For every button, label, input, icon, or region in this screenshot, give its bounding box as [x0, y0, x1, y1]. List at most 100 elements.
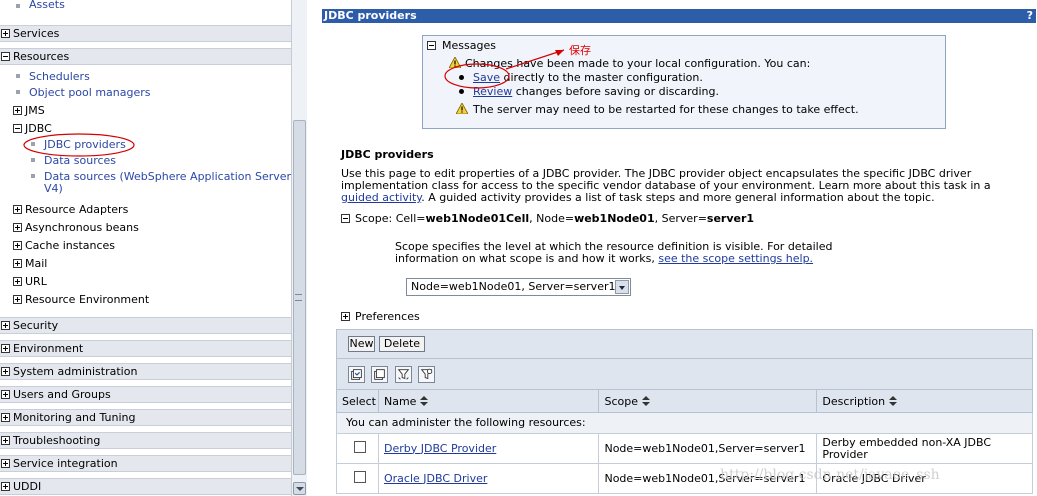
- table-info-text: You can administer the following resourc…: [336, 412, 1033, 434]
- nav-object-pool-managers[interactable]: Object pool managers: [29, 86, 151, 99]
- nav-cat-services[interactable]: Services: [0, 25, 291, 42]
- table-info-row: You can administer the following resourc…: [336, 412, 1033, 434]
- sort-icon[interactable]: [889, 395, 898, 407]
- row-checkbox[interactable]: [354, 471, 366, 483]
- clear-filter-icon[interactable]: [418, 366, 435, 383]
- message-restart: The server may need to be restarted for …: [473, 103, 859, 116]
- sort-icon[interactable]: [420, 395, 429, 407]
- expand-icon: [1, 482, 10, 491]
- nav-cat-label: Troubleshooting: [13, 434, 101, 447]
- scope-help-link[interactable]: see the scope settings help.: [658, 252, 813, 265]
- bullet-icon: [16, 90, 20, 94]
- expand-icon: [1, 413, 10, 422]
- provider-link[interactable]: Derby JDBC Provider: [384, 442, 496, 455]
- nav-cat-security[interactable]: Security: [0, 317, 291, 334]
- col-select: Select: [336, 389, 379, 413]
- nav-cat-environment[interactable]: Environment: [0, 340, 291, 357]
- nav-assets[interactable]: Assets: [29, 0, 65, 11]
- collapse-icon: [13, 124, 22, 133]
- row-checkbox[interactable]: [354, 441, 366, 453]
- delete-button[interactable]: Delete: [379, 336, 425, 352]
- collapse-icon: [1, 52, 10, 61]
- collapse-icon: [427, 41, 436, 50]
- nav-data-sources-was[interactable]: Data sources (WebSphere Application Serv…: [44, 170, 291, 183]
- navigation-panel: Assets Services Resources Schedulers Obj…: [0, 0, 291, 496]
- nav-schedulers[interactable]: Schedulers: [29, 70, 90, 83]
- nav-label: URL: [25, 275, 47, 288]
- row-select-cell: [336, 463, 379, 494]
- guided-activity-link[interactable]: guided activity: [341, 191, 421, 204]
- deselect-all-icon[interactable]: [371, 366, 388, 383]
- nav-cat-troubleshooting[interactable]: Troubleshooting: [0, 432, 291, 449]
- new-button[interactable]: New: [348, 336, 375, 352]
- row-name-cell: Oracle JDBC Driver: [377, 463, 600, 494]
- expand-icon: [1, 459, 10, 468]
- description-text: . A guided activity provides a list of t…: [421, 191, 935, 204]
- bullet-icon: [16, 4, 20, 8]
- row-name-cell: Derby JDBC Provider: [377, 433, 600, 464]
- nav-cat-label: Services: [13, 27, 60, 40]
- bullet-icon: [16, 74, 20, 78]
- row-scope-cell: Node=web1Node01,Server=server1: [598, 433, 818, 464]
- warning-icon: [456, 103, 468, 114]
- scope-label: , Server=: [654, 212, 707, 225]
- nav-cat-users-and-groups[interactable]: Users and Groups: [0, 386, 291, 403]
- col-scope[interactable]: Scope: [598, 389, 818, 413]
- nav-cat-label: UDDI: [13, 480, 42, 493]
- row-description-cell: Derby embedded non-XA JDBC Provider: [816, 433, 1033, 464]
- bullet-icon: [31, 174, 35, 178]
- scope-select[interactable]: Node=web1Node01, Server=server1: [406, 278, 631, 296]
- nav-label: Mail: [25, 257, 48, 270]
- scroll-down-icon[interactable]: [293, 482, 306, 495]
- col-name[interactable]: Name: [377, 389, 600, 413]
- scope-select-value: Node=web1Node01, Server=server1: [411, 280, 616, 293]
- expand-icon: [13, 223, 22, 232]
- panel-title-bar: JDBC providers ?: [322, 9, 1036, 23]
- table-header-row: Select Name Scope Description: [336, 389, 1033, 413]
- preferences-toggle[interactable]: Preferences: [341, 310, 420, 323]
- help-icon[interactable]: ?: [1027, 9, 1033, 23]
- provider-link[interactable]: Oracle JDBC Driver: [384, 472, 487, 485]
- select-all-icon[interactable]: [348, 366, 365, 383]
- expand-icon: [1, 344, 10, 353]
- scope-toggle[interactable]: Scope: Cell=web1Node01Cell, Node=web1Nod…: [341, 212, 754, 225]
- scope-label: , Node=: [529, 212, 575, 225]
- collapse-icon: [341, 214, 350, 223]
- chevron-down-icon[interactable]: [615, 280, 629, 294]
- preferences-label: Preferences: [355, 310, 420, 323]
- scope-cell: web1Node01Cell: [425, 212, 530, 225]
- nav-cat-label: Users and Groups: [13, 388, 111, 401]
- page-heading: JDBC providers: [341, 148, 434, 161]
- panel-title: JDBC providers: [324, 9, 417, 22]
- annotation-save: [444, 49, 565, 89]
- nav-label: Asynchronous beans: [25, 221, 139, 234]
- expand-icon: [13, 295, 22, 304]
- table-row: Derby JDBC Provider Node=web1Node01,Serv…: [336, 433, 1033, 464]
- col-description[interactable]: Description: [816, 389, 1033, 413]
- nav-cat-uddi[interactable]: UDDI: [0, 478, 291, 495]
- expand-icon: [1, 29, 10, 38]
- nav-label: JMS: [25, 104, 45, 117]
- nav-label: Resource Environment: [25, 293, 150, 306]
- expand-icon: [13, 241, 22, 250]
- nav-cat-monitoring-and-tuning[interactable]: Monitoring and Tuning: [0, 409, 291, 426]
- nav-cat-service-integration[interactable]: Service integration: [0, 455, 291, 472]
- sort-icon[interactable]: [641, 395, 650, 407]
- annotation-ellipse-nav: [23, 133, 135, 157]
- nav-cat-label: Service integration: [13, 457, 118, 470]
- main-content: JDBC providers ? Messages Changes have b…: [322, 9, 1036, 496]
- nav-cat-system-administration[interactable]: System administration: [0, 363, 291, 380]
- expand-icon: [13, 106, 22, 115]
- nav-label: Cache instances: [25, 239, 116, 252]
- col-scope-label: Scope: [604, 394, 638, 408]
- filter-icon[interactable]: [395, 366, 412, 383]
- nav-cat-resources[interactable]: Resources: [0, 48, 291, 65]
- expand-icon: [1, 367, 10, 376]
- col-name-label: Name: [383, 394, 417, 408]
- page-description: Use this page to edit properties of a JD…: [341, 168, 1011, 204]
- scrollbar-grip-icon: [295, 294, 302, 301]
- nav-scrollbar[interactable]: [291, 0, 307, 496]
- expand-icon: [341, 312, 350, 321]
- nav-label: Resource Adapters: [25, 203, 129, 216]
- nav-data-sources-was-cont[interactable]: V4): [44, 182, 63, 195]
